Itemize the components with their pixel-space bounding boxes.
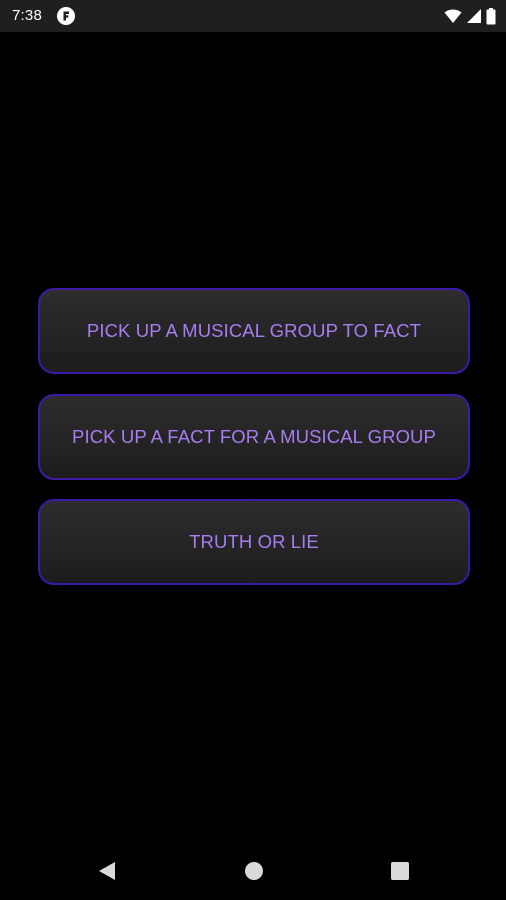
status-icons — [444, 7, 496, 25]
recents-icon[interactable] — [385, 856, 415, 886]
home-icon[interactable] — [239, 856, 269, 886]
back-icon[interactable] — [92, 856, 122, 886]
app-notification-icon — [57, 7, 75, 25]
pick-group-for-fact-button[interactable]: PICK UP A MUSICAL GROUP TO FACT — [38, 288, 470, 374]
signal-icon — [466, 8, 482, 24]
truth-or-lie-button[interactable]: TRUTH OR LIE — [38, 499, 470, 585]
status-bar: 7:38 — [0, 0, 506, 32]
pick-fact-for-group-label: PICK UP A FACT FOR A MUSICAL GROUP — [72, 426, 436, 447]
pick-fact-for-group-button[interactable]: PICK UP A FACT FOR A MUSICAL GROUP — [38, 394, 470, 480]
status-time: 7:38 — [12, 7, 42, 24]
wifi-icon — [444, 8, 462, 24]
navigation-bar — [0, 842, 506, 900]
battery-icon — [486, 7, 496, 25]
truth-or-lie-label: TRUTH OR LIE — [189, 531, 319, 552]
pick-group-for-fact-label: PICK UP A MUSICAL GROUP TO FACT — [86, 320, 422, 341]
app-screen: 7:38 PICK UP A MUSICAL GROUP TO FACT PIC… — [0, 0, 506, 900]
